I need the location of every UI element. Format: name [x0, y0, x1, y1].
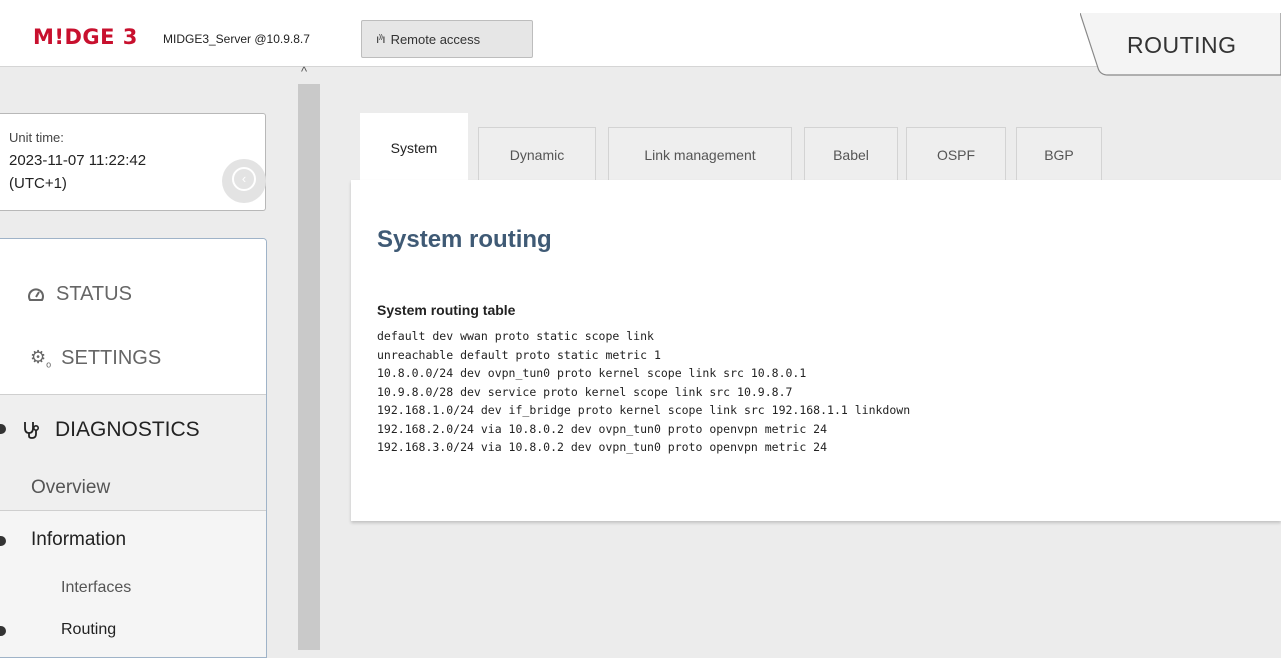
antenna-icon: ı⁾⁾ı	[376, 32, 386, 46]
unit-time-value: 2023-11-07 11:22:42	[9, 152, 147, 169]
route-line: default dev wwan proto static scope link	[377, 329, 654, 343]
menu-diagnostics-group: DIAGNOSTICS Overview	[0, 395, 266, 510]
routing-marker-icon	[0, 626, 6, 636]
table-title: System routing table	[377, 302, 516, 318]
menu-top-group: STATUS ⚙o SETTINGS	[0, 239, 266, 395]
server-name: MIDGE3_Server @10.9.8.7	[163, 32, 310, 46]
routing-table: default dev wwan proto static scope link…	[377, 327, 910, 457]
menu-diagnostics-label: DIAGNOSTICS	[55, 418, 200, 441]
menu-information-group: Information Interfaces Routing	[0, 510, 266, 657]
unit-time-label: Unit time:	[9, 130, 64, 145]
route-line: 192.168.2.0/24 via 10.8.0.2 dev ovpn_tun…	[377, 421, 828, 436]
menu-diagnostics[interactable]: DIAGNOSTICS	[22, 418, 200, 442]
midge-logo[interactable]: M!DGE 3	[33, 25, 138, 49]
menu-overview[interactable]: Overview	[31, 477, 110, 499]
menu-interfaces[interactable]: Interfaces	[61, 579, 131, 597]
route-line: 10.8.0.0/24 dev ovpn_tun0 proto kernel s…	[377, 366, 807, 380]
tab-system[interactable]: System	[360, 113, 468, 181]
gauge-icon	[28, 287, 44, 301]
menu-settings-label: SETTINGS	[61, 347, 162, 369]
remote-access-label: Remote access	[390, 31, 481, 47]
menu-settings[interactable]: ⚙o SETTINGS	[30, 347, 161, 370]
scroll-up-arrow-icon[interactable]: ^	[301, 64, 307, 79]
active-marker-icon	[0, 424, 6, 434]
unit-time-zone: (UTC+1)	[9, 175, 67, 192]
tab-bgp[interactable]: BGP	[1016, 127, 1102, 181]
menu-status-label: STATUS	[56, 283, 132, 305]
route-line: 10.9.8.0/28 dev service proto kernel sco…	[377, 384, 793, 399]
unit-time-box: Unit time: 2023-11-07 11:22:42 (UTC+1) ‹	[0, 113, 266, 211]
tab-dynamic[interactable]: Dynamic	[478, 127, 596, 181]
page-title: ROUTING	[1127, 32, 1237, 58]
menu-information[interactable]: Information	[31, 529, 126, 551]
page-title-tab: ROUTING	[1080, 13, 1281, 76]
sidebar-menu: STATUS ⚙o SETTINGS DIAGNOSTICS Overview …	[0, 238, 267, 658]
remote-access-button[interactable]: ı⁾⁾ı Remote access	[361, 20, 533, 58]
gears-icon: ⚙o	[30, 347, 52, 370]
menu-status[interactable]: STATUS	[27, 283, 132, 306]
tab-link-management[interactable]: Link management	[608, 127, 792, 181]
sidebar-scrollbar[interactable]	[298, 84, 320, 650]
information-marker-icon	[0, 536, 6, 546]
menu-routing[interactable]: Routing	[61, 621, 116, 639]
content-panel: System routing System routing table defa…	[351, 180, 1281, 521]
collapse-sidebar-button[interactable]: ‹	[222, 159, 266, 203]
chevron-left-icon: ‹	[232, 167, 256, 191]
route-line: unreachable default proto static metric …	[377, 347, 661, 362]
tab-babel[interactable]: Babel	[804, 127, 898, 181]
stethoscope-icon	[24, 422, 40, 439]
route-line: 192.168.3.0/24 via 10.8.0.2 dev ovpn_tun…	[377, 440, 828, 454]
tab-ospf[interactable]: OSPF	[906, 127, 1006, 181]
route-line: 192.168.1.0/24 dev if_bridge proto kerne…	[377, 403, 911, 417]
section-title: System routing	[377, 226, 552, 253]
